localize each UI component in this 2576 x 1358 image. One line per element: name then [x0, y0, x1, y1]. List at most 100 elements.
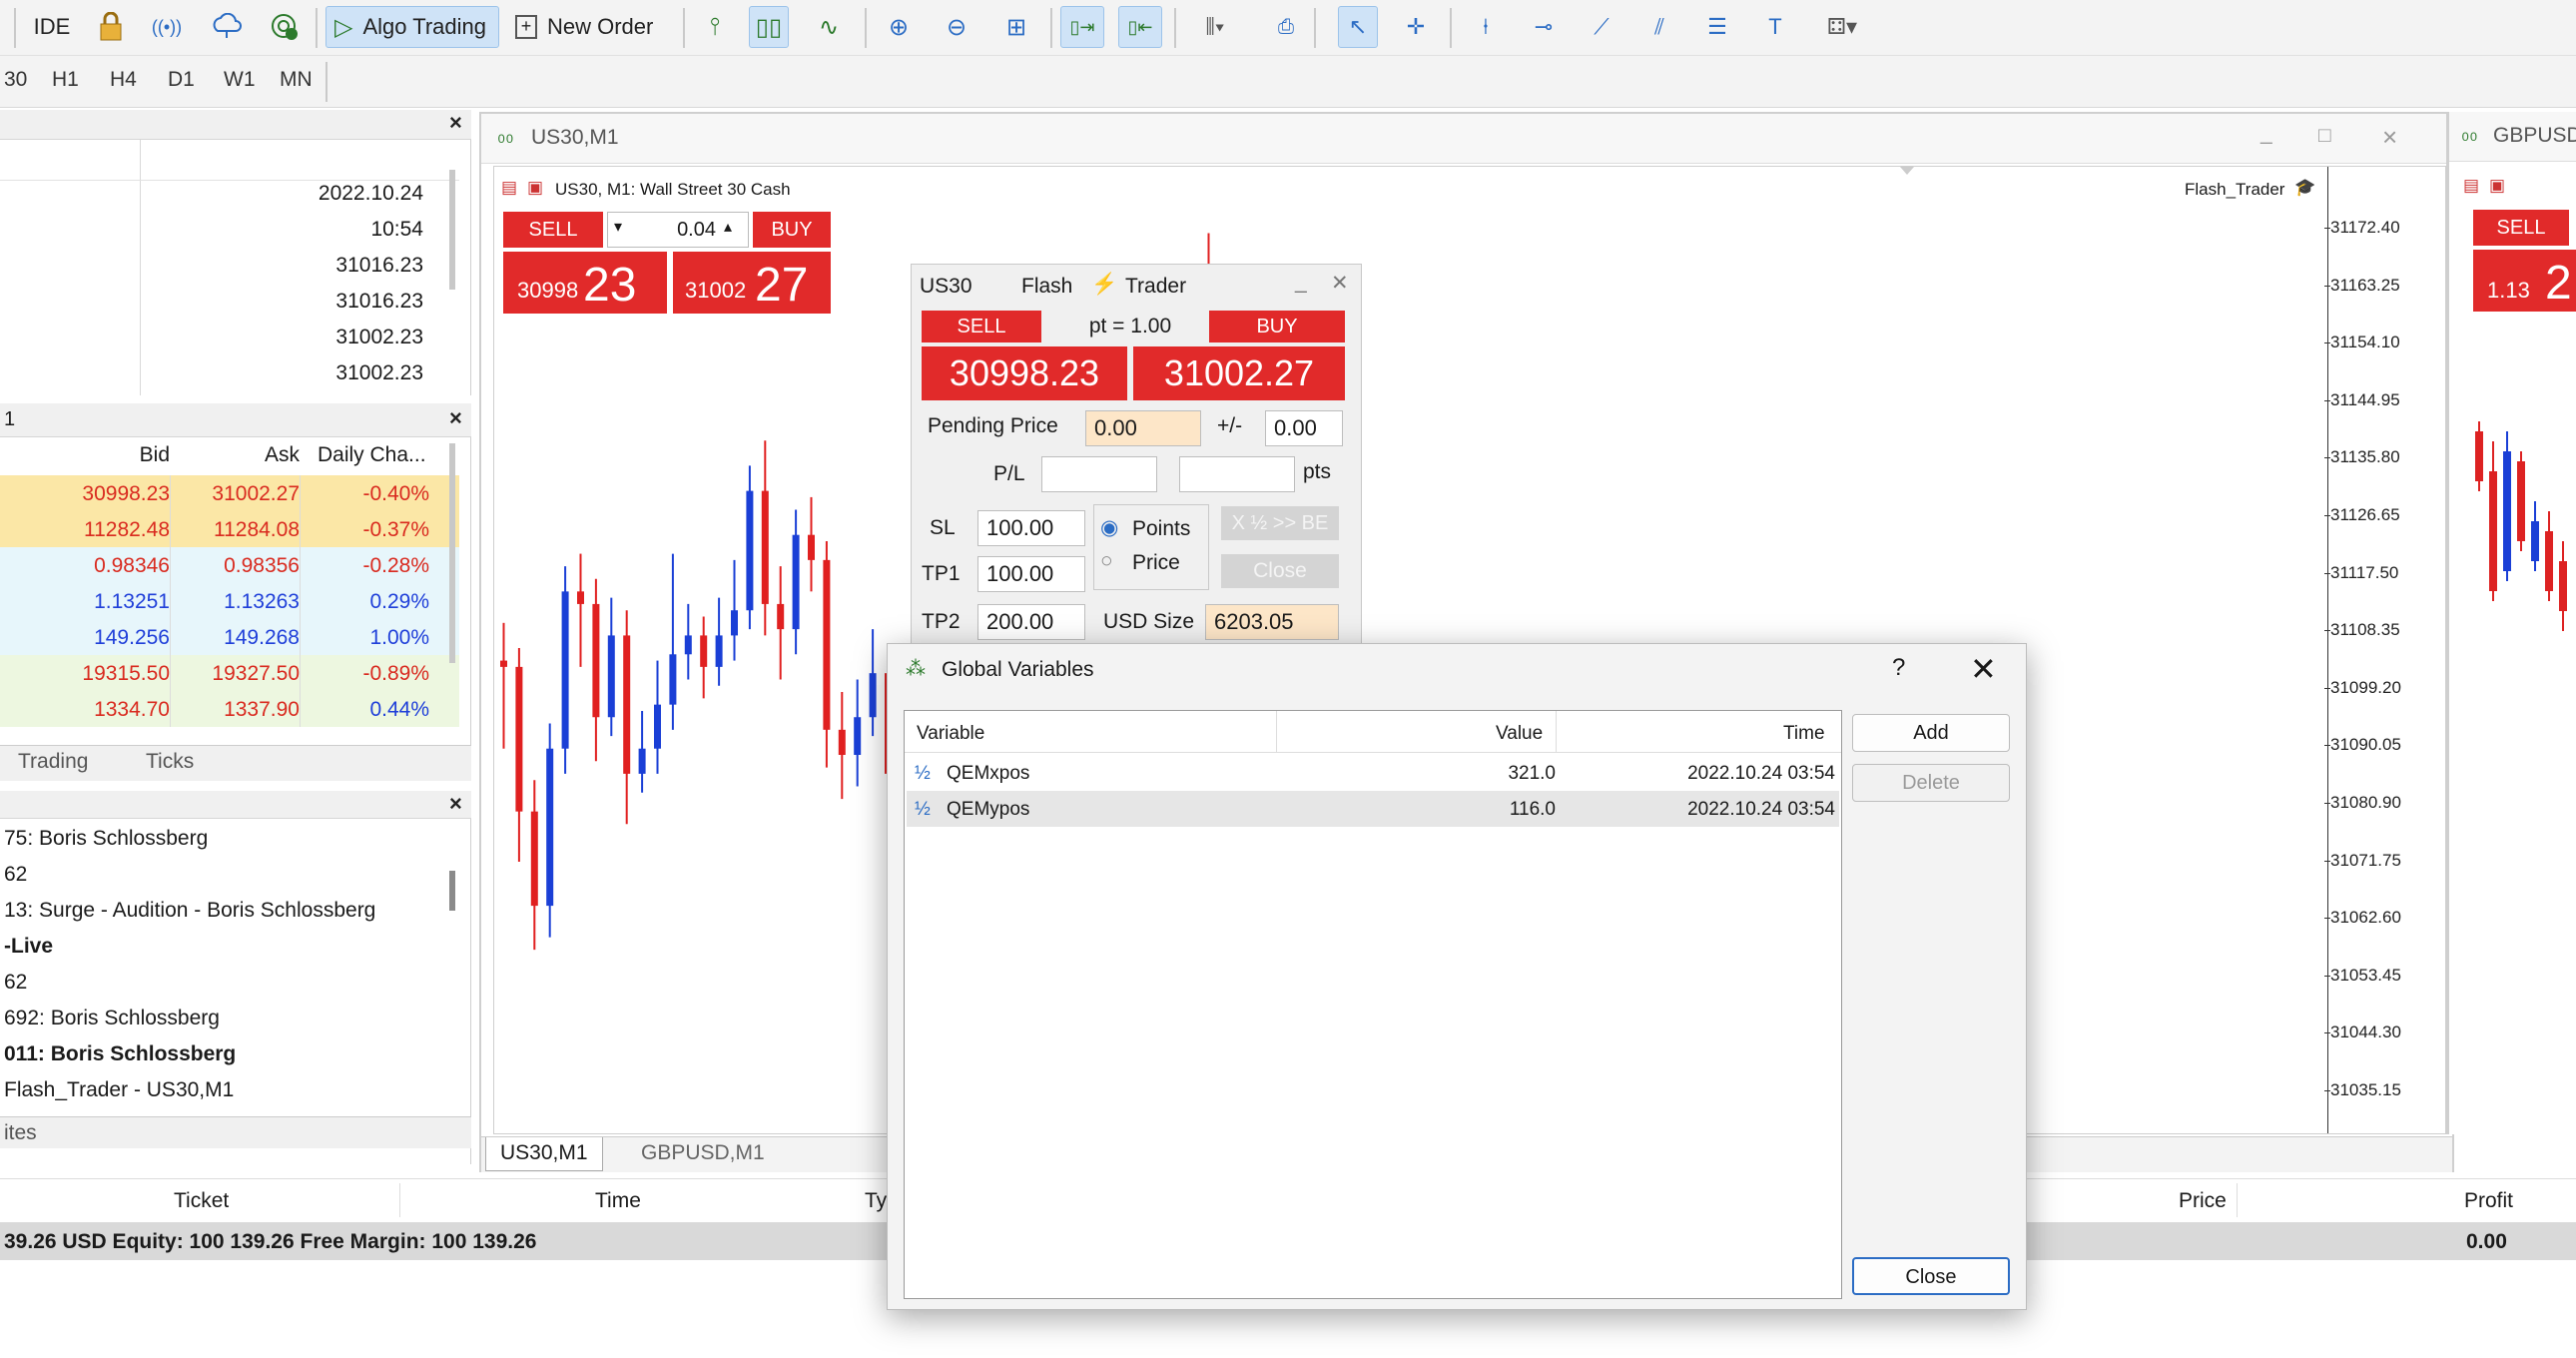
chart-menu-icon[interactable]: ▤	[501, 178, 517, 198]
col-time[interactable]: Time	[1783, 723, 1825, 745]
pending-price-input[interactable]: 0.00	[1085, 410, 1201, 446]
lot-input[interactable]: ▾ 0.04 ▴	[607, 212, 749, 248]
radio-price-icon[interactable]: ○	[1100, 549, 1113, 573]
close-icon[interactable]: ×	[449, 110, 462, 136]
add-button[interactable]: Add	[1852, 714, 2010, 752]
col-value[interactable]: Value	[1496, 723, 1543, 745]
one-click-sell-price[interactable]: 30998 23	[503, 252, 667, 314]
col-profit[interactable]: Profit	[2464, 1189, 2513, 1213]
cursor-icon[interactable]: ↖	[1338, 6, 1378, 48]
maximize-icon[interactable]: □	[2318, 124, 2331, 148]
chart2-sell-price[interactable]: 1.13 2	[2473, 250, 2576, 312]
scrollbar[interactable]	[449, 170, 455, 290]
zoom-in-icon[interactable]: ⊕	[879, 6, 919, 48]
delete-button[interactable]: Delete	[1852, 764, 2010, 802]
timeframe-mn[interactable]: MN	[280, 68, 313, 92]
market-watch-row[interactable]: 19315.50 19327.50 -0.89%	[0, 655, 459, 691]
chart2-sell-button[interactable]: SELL	[2473, 210, 2569, 246]
close-icon[interactable]: ×	[2382, 122, 2397, 153]
timeframe-m30[interactable]: 30	[4, 68, 27, 92]
navigator-item[interactable]: 62	[4, 863, 27, 887]
channel-icon[interactable]: ⫽	[1639, 6, 1679, 48]
sl-input[interactable]: 100.00	[977, 510, 1085, 546]
radio-points-icon[interactable]: ◉	[1100, 515, 1118, 540]
signals-icon[interactable]: ((•))	[146, 6, 188, 48]
close-button[interactable]: Close	[1852, 1257, 2010, 1295]
flash-ask-price[interactable]: 31002.27	[1133, 346, 1345, 400]
zoom-out-icon[interactable]: ⊖	[937, 6, 976, 48]
text-icon[interactable]: T	[1755, 6, 1795, 48]
close-icon[interactable]: ×	[449, 791, 462, 817]
tab-ticks[interactable]: Ticks	[146, 750, 194, 774]
flash-bid-price[interactable]: 30998.23	[922, 346, 1127, 400]
minimize-icon[interactable]: _	[1295, 271, 1307, 295]
chart-info-icon[interactable]: ▣	[2489, 176, 2505, 196]
market-watch-row[interactable]: 11282.48 11284.08 -0.37%	[0, 511, 459, 547]
usd-size-input[interactable]: 6203.05	[1205, 604, 1339, 640]
flash-sell-button[interactable]: SELL	[922, 311, 1041, 342]
pl-points-input[interactable]	[1179, 456, 1295, 492]
lot-up-icon[interactable]: ▴	[724, 217, 732, 237]
shapes-icon[interactable]: ⚃▾	[1809, 6, 1875, 48]
tp2-input[interactable]: 200.00	[977, 604, 1085, 640]
tab-gbpusd[interactable]: GBPUSD,M1	[627, 1141, 779, 1165]
indicators-icon[interactable]: ⫼▾	[1186, 6, 1244, 48]
close-icon[interactable]: ✕	[1331, 271, 1349, 296]
col-ticket[interactable]: Ticket	[174, 1189, 229, 1213]
timeframe-d1[interactable]: D1	[168, 68, 195, 92]
timeframe-w1[interactable]: W1	[224, 68, 256, 92]
one-click-buy-button[interactable]: BUY	[753, 212, 831, 248]
price-radio-label[interactable]: Price	[1132, 551, 1180, 575]
tp1-input[interactable]: 100.00	[977, 556, 1085, 592]
market-watch-row[interactable]: 0.98346 0.98356 -0.28%	[0, 547, 459, 583]
navigator-item[interactable]: 13: Surge - Audition - Boris Schlossberg	[4, 899, 375, 923]
col-variable[interactable]: Variable	[917, 723, 984, 745]
chart-info-icon[interactable]: ▣	[527, 178, 543, 198]
tab-us30[interactable]: US30,M1	[485, 1137, 603, 1171]
scrollbar[interactable]	[449, 871, 455, 911]
market-icon[interactable]	[264, 6, 306, 48]
col-bid[interactable]: Bid	[80, 443, 170, 467]
col-price[interactable]: Price	[2179, 1189, 2227, 1213]
tab-favorites[interactable]: ites	[4, 1121, 37, 1145]
help-button[interactable]: ?	[1892, 654, 1905, 682]
one-click-sell-button[interactable]: SELL	[503, 212, 603, 248]
market-watch-row[interactable]: 30998.23 31002.27 -0.40%	[0, 475, 459, 511]
tab-trading[interactable]: Trading	[18, 750, 88, 774]
col-time[interactable]: Time	[595, 1189, 641, 1213]
navigator-item[interactable]: 62	[4, 971, 27, 995]
half-to-be-button[interactable]: X ½ >> BE	[1221, 506, 1339, 540]
navigator-item[interactable]: Flash_Trader - US30,M1	[4, 1078, 234, 1102]
vertical-line-icon[interactable]: ⍿	[1466, 6, 1506, 48]
timeframe-h4[interactable]: H4	[110, 68, 137, 92]
bar-chart-icon[interactable]: ⫯	[695, 6, 735, 48]
market-watch-row[interactable]: 1334.70 1337.90 0.44%	[0, 691, 459, 727]
col-daily-change[interactable]: Daily Cha...	[318, 443, 426, 467]
flash-buy-button[interactable]: BUY	[1209, 311, 1345, 342]
timeframe-h1[interactable]: H1	[52, 68, 79, 92]
navigator-item[interactable]: 692: Boris Schlossberg	[4, 1007, 220, 1030]
scrollbar[interactable]	[449, 443, 455, 663]
shift-marker[interactable]	[1900, 167, 1914, 175]
minimize-icon[interactable]: _	[2260, 122, 2272, 146]
flash-close-button[interactable]: Close	[1221, 554, 1339, 588]
pl-input[interactable]	[1041, 456, 1157, 492]
screenshot-icon[interactable]: ⎙	[1266, 6, 1306, 48]
horizontal-line-icon[interactable]: ⊸	[1524, 6, 1564, 48]
autoscroll-icon[interactable]: ▯⇥	[1060, 6, 1104, 48]
navigator-item[interactable]: 011: Boris Schlossberg	[4, 1042, 236, 1066]
chart-menu-icon[interactable]: ▤	[2463, 176, 2479, 196]
navigator-item[interactable]: -Live	[4, 935, 53, 959]
navigator-item[interactable]: 75: Boris Schlossberg	[4, 827, 208, 851]
table-row[interactable]: ½ QEMypos 116.0 2022.10.24 03:54	[907, 791, 1839, 827]
market-watch-row[interactable]: 149.256 149.268 1.00%	[0, 619, 459, 655]
lock-icon[interactable]	[90, 6, 132, 48]
close-icon[interactable]: ✕	[1970, 650, 1997, 688]
col-type[interactable]: Ty	[865, 1189, 887, 1213]
table-row[interactable]: ½ QEMxpos 321.0 2022.10.24 03:54	[907, 755, 1839, 791]
lot-down-icon[interactable]: ▾	[614, 217, 622, 237]
ide-button[interactable]: IDE	[30, 6, 74, 48]
fibonacci-icon[interactable]: ☰	[1697, 6, 1737, 48]
vps-icon[interactable]	[206, 6, 248, 48]
market-watch-row[interactable]: 1.13251 1.13263 0.29%	[0, 583, 459, 619]
